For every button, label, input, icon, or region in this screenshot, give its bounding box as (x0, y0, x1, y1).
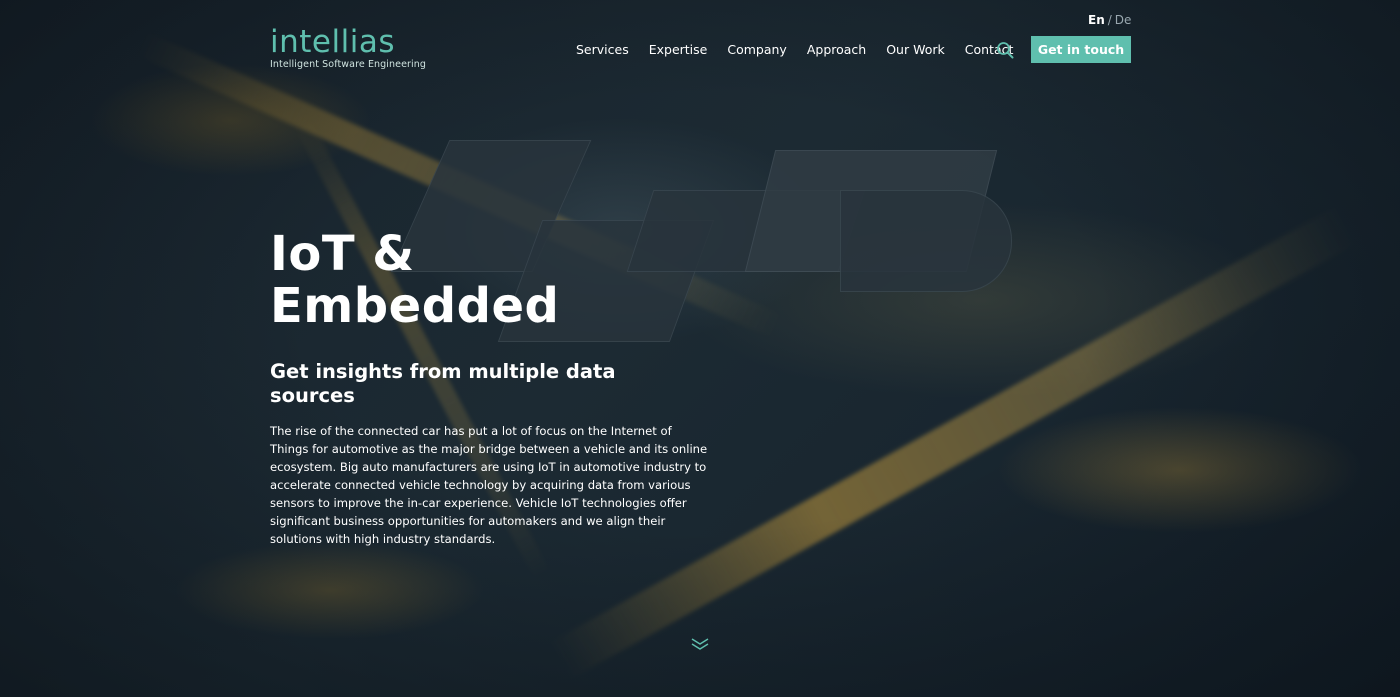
hero-subtitle: Get insights from multiple data sources (270, 360, 616, 407)
lang-de[interactable]: De (1115, 13, 1132, 27)
title-line-2: Embedded (270, 278, 560, 334)
logo-wordmark: intellias (270, 24, 395, 60)
nav-our-work[interactable]: Our Work (886, 42, 945, 57)
nav-services[interactable]: Services (576, 42, 629, 57)
logo-tagline: Intelligent Software Engineering (270, 59, 427, 70)
search-icon[interactable] (996, 41, 1014, 59)
lang-separator: / (1107, 13, 1112, 27)
lang-en[interactable]: En (1088, 13, 1105, 27)
main-nav: Services Expertise Company Approach Our … (576, 42, 1033, 57)
chevron-down-icon[interactable] (690, 636, 710, 652)
hero-content: IoT & Embedded Get insights from multipl… (270, 228, 720, 548)
hero-description: The rise of the connected car has put a … (270, 424, 708, 546)
logo[interactable]: intellias Intelligent Software Engineeri… (270, 26, 426, 70)
nav-approach[interactable]: Approach (807, 42, 866, 57)
page-title: IoT & Embedded (270, 228, 720, 332)
nav-expertise[interactable]: Expertise (649, 42, 708, 57)
title-line-1: IoT & (270, 226, 415, 282)
site-header: intellias Intelligent Software Engineeri… (0, 0, 1400, 90)
language-switcher: En / De (1088, 13, 1131, 27)
nav-company[interactable]: Company (727, 42, 786, 57)
get-in-touch-button[interactable]: Get in touch (1031, 36, 1131, 63)
